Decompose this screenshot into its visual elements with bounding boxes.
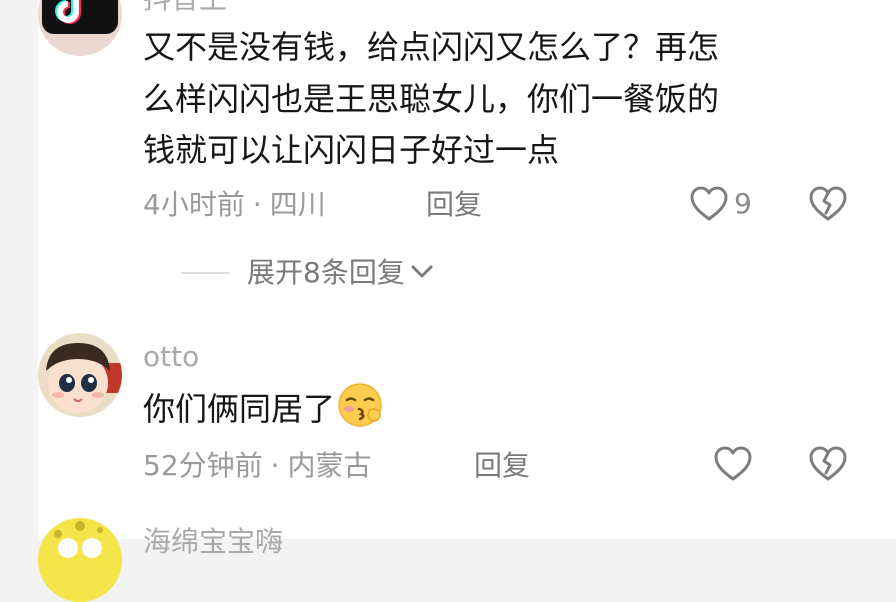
kissing-face-emoji-icon [337, 382, 383, 445]
expand-divider [181, 272, 229, 274]
avatar-comment-2[interactable] [38, 333, 122, 417]
comment-username[interactable]: 抖音王 [143, 0, 227, 14]
heart-icon [714, 446, 752, 481]
comment-location: 内蒙古 [287, 449, 372, 482]
comment-text: 你们俩同居了 [143, 390, 336, 428]
chevron-down-icon [409, 261, 435, 285]
comment-username[interactable]: otto [143, 342, 199, 372]
like-button[interactable]: 9 [690, 186, 752, 222]
comment-time: 52分钟前 [143, 449, 263, 482]
expand-replies-label: 展开8条回复 [247, 256, 405, 289]
comment-text-line: 你们俩同居了 [143, 381, 383, 445]
spongebob-avatar-icon [38, 518, 122, 602]
heart-icon [690, 186, 728, 221]
broken-heart-icon [809, 186, 847, 221]
meta-separator: · [252, 188, 262, 221]
comment-location: 四川 [269, 188, 326, 221]
comment-meta: 52分钟前 · 内蒙古 [143, 449, 372, 483]
reply-button[interactable]: 回复 [426, 188, 482, 222]
broken-heart-icon [809, 446, 847, 481]
comment-text-line: 又不是没有钱，给点闪闪又怎么了？再怎 [143, 28, 720, 66]
cartoon-baby-avatar-icon [38, 333, 122, 417]
comment-text-line: 么样闪闪也是王思聪女儿，你们一餐饭的 [143, 80, 720, 118]
dislike-button[interactable] [809, 186, 847, 226]
like-count: 9 [734, 187, 752, 220]
avatar-comment-3[interactable] [38, 518, 122, 602]
dislike-button[interactable] [809, 446, 847, 486]
expand-replies-button[interactable]: 展开8条回复 [181, 255, 435, 291]
reply-button[interactable]: 回复 [474, 449, 530, 483]
comment-username[interactable]: 海绵宝宝嗨 [143, 527, 283, 557]
meta-separator: · [270, 449, 280, 482]
like-button[interactable] [714, 446, 752, 482]
comment-time: 4小时前 [143, 188, 245, 221]
comment-text-line: 钱就可以让闪闪日子好过一点 [143, 131, 560, 169]
comment-meta: 4小时前 · 四川 [143, 188, 326, 222]
